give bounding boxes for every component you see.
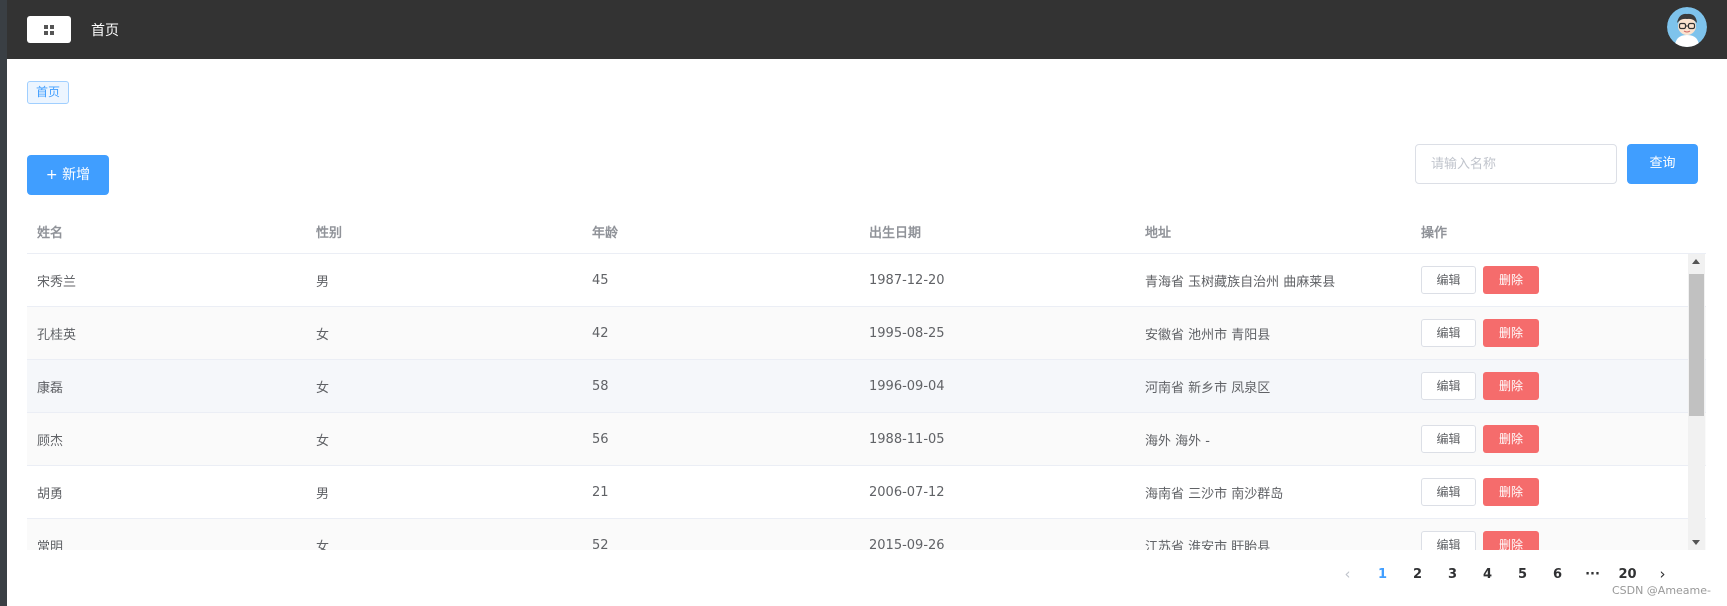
cell-age: 52: [592, 537, 609, 551]
breadcrumb-tag[interactable]: 首页: [27, 81, 70, 104]
delete-button[interactable]: 删除: [1483, 478, 1539, 506]
cell-age: 42: [592, 325, 609, 341]
cell-name: 胡勇: [37, 486, 64, 502]
cell-age: 58: [592, 378, 609, 394]
cell-name: 康磊: [37, 380, 64, 396]
edit-button[interactable]: 编辑: [1421, 372, 1476, 400]
table-row: 康磊 女 58 1996-09-04 河南省 新乡市 凤泉区 编辑 删除: [27, 360, 1706, 413]
scroll-up-arrow-icon[interactable]: [1692, 259, 1700, 264]
table-scrollbar[interactable]: [1688, 254, 1705, 550]
table-row: 常明 女 52 2015-09-26 江苏省 淮安市 盱眙县 编辑 删除: [27, 519, 1706, 550]
cell-age: 21: [592, 484, 609, 500]
cell-address: 安徽省 池州市 青阳县: [1145, 327, 1271, 343]
delete-button[interactable]: 删除: [1483, 319, 1539, 347]
add-button[interactable]: + 新增: [27, 155, 109, 195]
page-number-3[interactable]: 3: [1435, 567, 1470, 582]
cell-birth: 1987-12-20: [869, 272, 945, 288]
cell-name: 宋秀兰: [37, 274, 77, 290]
prev-page-chevron-left-icon[interactable]: ‹: [1330, 565, 1365, 583]
cell-actions: 编辑 删除: [1411, 319, 1686, 347]
delete-button[interactable]: 删除: [1483, 531, 1539, 550]
cell-birth: 1995-08-25: [869, 325, 945, 341]
cell-gender: 女: [316, 433, 330, 449]
cell-gender: 男: [316, 486, 330, 502]
cell-age: 45: [592, 272, 609, 288]
cell-actions: 编辑 删除: [1411, 425, 1686, 453]
menu-toggle-button[interactable]: [27, 16, 71, 43]
scroll-down-arrow-icon[interactable]: [1692, 540, 1700, 545]
page-number-6[interactable]: 6: [1540, 567, 1575, 582]
next-page-chevron-right-icon[interactable]: ›: [1645, 565, 1680, 583]
top-bar: 首页: [7, 0, 1727, 59]
table-row: 胡勇 男 21 2006-07-12 海南省 三沙市 南沙群岛 编辑 删除: [27, 466, 1706, 519]
page-number-last[interactable]: 20: [1610, 567, 1645, 582]
grid-icon: [44, 24, 54, 35]
table-body[interactable]: 宋秀兰 男 45 1987-12-20 青海省 玉树藏族自治州 曲麻莱县 编辑删…: [27, 254, 1706, 550]
cell-actions: 编辑 删除: [1411, 478, 1686, 506]
edit-button[interactable]: 编辑: [1421, 266, 1476, 294]
cell-address: 河南省 新乡市 凤泉区: [1145, 380, 1271, 396]
edit-button[interactable]: 编辑: [1421, 319, 1476, 347]
avatar[interactable]: [1667, 7, 1707, 47]
delete-button[interactable]: 删除: [1483, 425, 1539, 453]
cell-gender: 女: [316, 380, 330, 396]
edit-button[interactable]: 编辑: [1421, 478, 1476, 506]
table-row: 宋秀兰 男 45 1987-12-20 青海省 玉树藏族自治州 曲麻莱县 编辑删…: [27, 254, 1706, 307]
delete-button[interactable]: 删除: [1483, 266, 1539, 294]
column-header-birth: 出生日期: [869, 226, 922, 241]
cell-actions: 编辑 删除: [1411, 372, 1686, 400]
data-table: 姓名 性别 年龄 出生日期 地址 操作 宋秀兰 男 45 1987-12-20 …: [27, 210, 1706, 550]
cell-age: 56: [592, 431, 609, 447]
cell-name: 孔桂英: [37, 327, 77, 343]
cell-gender: 女: [316, 327, 330, 343]
column-header-age: 年龄: [592, 226, 619, 241]
cell-gender: 女: [316, 539, 330, 551]
page-number-1[interactable]: 1: [1365, 567, 1400, 582]
page-number-2[interactable]: 2: [1400, 567, 1435, 582]
edit-button[interactable]: 编辑: [1421, 425, 1476, 453]
column-header-name: 姓名: [37, 226, 64, 241]
table-row: 顾杰 女 56 1988-11-05 海外 海外 - 编辑 删除: [27, 413, 1706, 466]
edit-button[interactable]: 编辑: [1421, 531, 1476, 550]
cell-address: 海南省 三沙市 南沙群岛: [1145, 486, 1284, 502]
scroll-thumb[interactable]: [1689, 274, 1704, 416]
watermark: CSDN @Ameame-: [1611, 584, 1711, 597]
column-header-actions: 操作: [1421, 226, 1448, 241]
cell-birth: 2015-09-26: [869, 537, 945, 551]
pagination: ‹ 1 2 3 4 5 6 ··· 20 ›: [1330, 562, 1680, 586]
cell-birth: 1996-09-04: [869, 378, 945, 394]
cell-actions: 编辑 删除: [1411, 531, 1686, 550]
left-edge-strip: [0, 0, 7, 606]
column-header-gender: 性别: [316, 226, 343, 241]
search-button[interactable]: 查询: [1627, 144, 1698, 184]
page-ellipsis[interactable]: ···: [1575, 567, 1610, 582]
cell-actions: 编辑 删除: [1411, 266, 1686, 294]
search-input[interactable]: [1415, 144, 1617, 184]
cell-address: 海外 海外 -: [1145, 433, 1210, 449]
header-title[interactable]: 首页: [91, 20, 119, 40]
page-number-5[interactable]: 5: [1505, 567, 1540, 582]
table-header: 姓名 性别 年龄 出生日期 地址 操作: [27, 210, 1706, 254]
cell-name: 常明: [37, 539, 64, 551]
page-number-4[interactable]: 4: [1470, 567, 1505, 582]
cell-address: 江苏省 淮安市 盱眙县: [1145, 539, 1271, 551]
cell-address: 青海省 玉树藏族自治州 曲麻莱县: [1145, 274, 1336, 290]
column-header-address: 地址: [1145, 226, 1172, 241]
cell-gender: 男: [316, 274, 330, 290]
delete-button[interactable]: 删除: [1483, 372, 1539, 400]
cell-birth: 2006-07-12: [869, 484, 945, 500]
cell-birth: 1988-11-05: [869, 431, 945, 447]
avatar-icon: [1667, 7, 1707, 47]
table-row: 孔桂英 女 42 1995-08-25 安徽省 池州市 青阳县 编辑 删除: [27, 307, 1706, 360]
cell-name: 顾杰: [37, 433, 64, 449]
